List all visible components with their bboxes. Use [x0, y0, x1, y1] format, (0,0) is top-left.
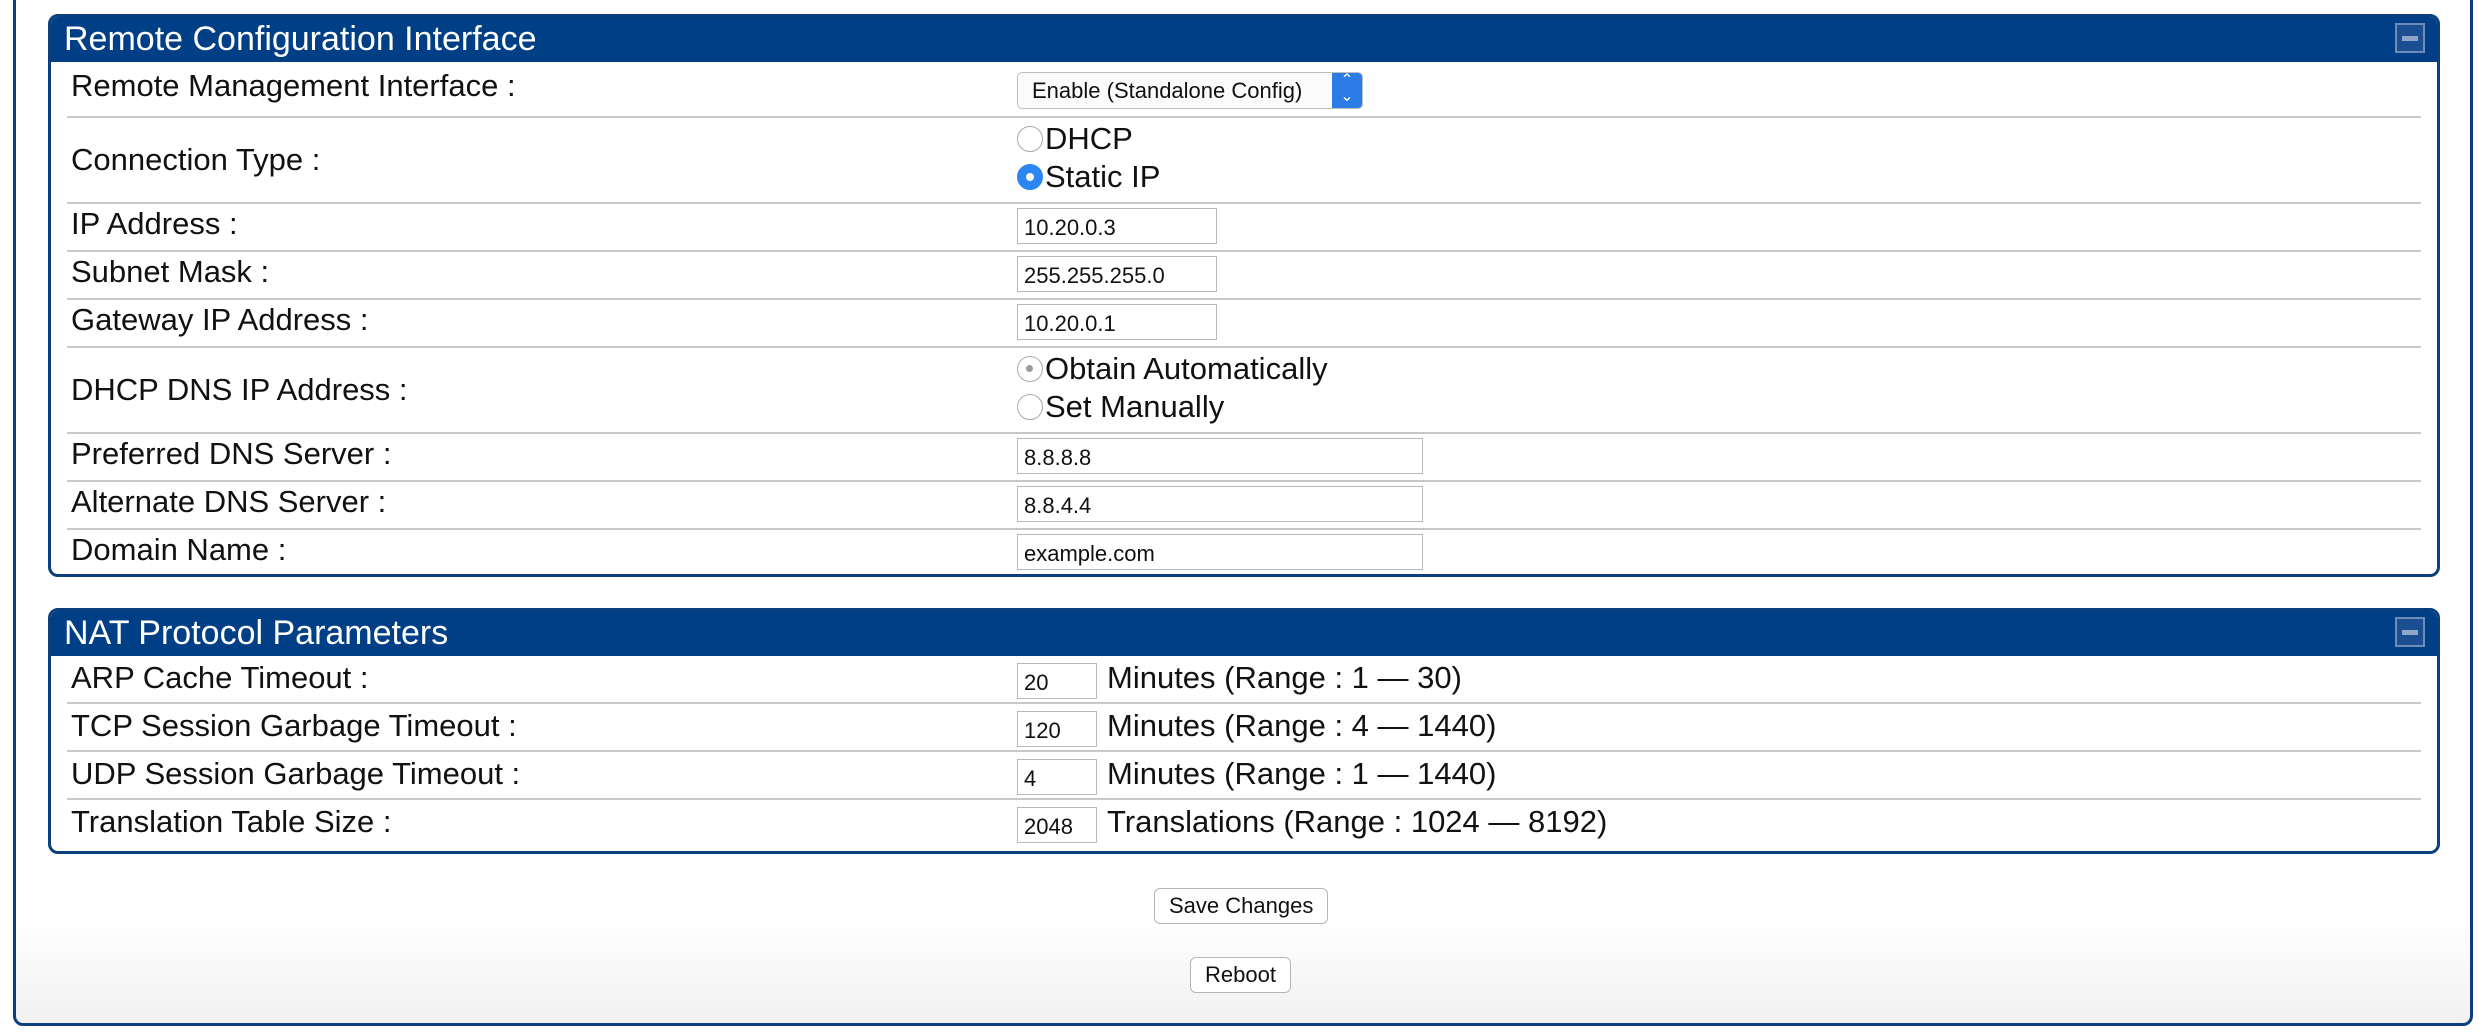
panel-title: NAT Protocol Parameters — [64, 614, 449, 652]
remote-config-panel: Remote Configuration Interface Remote Ma… — [48, 14, 2440, 577]
static-ip-radio[interactable] — [1017, 164, 1043, 190]
nat-protocol-panel: NAT Protocol Parameters ARP Cache Timeou… — [48, 608, 2440, 854]
connection-type-row: Connection Type : DHCP Static IP — [67, 118, 2421, 204]
obtain-automatically-radio[interactable] — [1017, 356, 1043, 382]
gateway-label: Gateway IP Address : — [71, 302, 369, 337]
preferred-dns-row: Preferred DNS Server : — [67, 434, 2421, 482]
domain-name-row: Domain Name : — [67, 530, 2421, 574]
remote-config-header: Remote Configuration Interface — [51, 17, 2437, 62]
alternate-dns-label: Alternate DNS Server : — [71, 484, 387, 519]
tcp-session-row: TCP Session Garbage Timeout : Minutes (R… — [67, 704, 2421, 752]
collapse-icon[interactable] — [2395, 617, 2425, 647]
remote-management-row: Remote Management Interface : Enable (St… — [67, 62, 2421, 118]
translation-table-label: Translation Table Size : — [71, 804, 392, 839]
collapse-icon[interactable] — [2395, 23, 2425, 53]
subnet-mask-input[interactable] — [1017, 256, 1217, 292]
remote-management-label: Remote Management Interface : — [71, 68, 516, 103]
udp-session-row: UDP Session Garbage Timeout : Minutes (R… — [67, 752, 2421, 800]
dhcp-radio[interactable] — [1017, 126, 1043, 152]
dhcp-dns-label: DHCP DNS IP Address : — [71, 372, 408, 407]
set-manually-option[interactable]: Set Manually — [1017, 388, 1224, 426]
translation-table-input[interactable] — [1017, 807, 1097, 843]
dhcp-radio-label: DHCP — [1045, 121, 1133, 156]
arp-cache-input[interactable] — [1017, 663, 1097, 699]
domain-name-label: Domain Name : — [71, 532, 287, 567]
gateway-input[interactable] — [1017, 304, 1217, 340]
ip-address-input[interactable] — [1017, 208, 1217, 244]
ip-address-row: IP Address : — [67, 204, 2421, 252]
tcp-session-label: TCP Session Garbage Timeout : — [71, 708, 517, 743]
udp-session-label: UDP Session Garbage Timeout : — [71, 756, 521, 791]
domain-name-input[interactable] — [1017, 534, 1423, 570]
alternate-dns-row: Alternate DNS Server : — [67, 482, 2421, 530]
obtain-automatically-label: Obtain Automatically — [1045, 351, 1328, 386]
translation-table-row: Translation Table Size : Translations (R… — [67, 800, 2421, 846]
alternate-dns-input[interactable] — [1017, 486, 1423, 522]
ip-address-label: IP Address : — [71, 206, 238, 241]
dhcp-dns-row: DHCP DNS IP Address : Obtain Automatical… — [67, 348, 2421, 434]
reboot-button[interactable]: Reboot — [1190, 957, 1291, 993]
panel-title: Remote Configuration Interface — [64, 20, 537, 58]
subnet-mask-row: Subnet Mask : — [67, 252, 2421, 300]
obtain-automatically-option[interactable]: Obtain Automatically — [1017, 350, 1328, 388]
set-manually-label: Set Manually — [1045, 389, 1225, 424]
udp-session-range: Minutes (Range : 1 — 1440) — [1107, 756, 1497, 791]
tcp-session-input[interactable] — [1017, 711, 1097, 747]
subnet-mask-label: Subnet Mask : — [71, 254, 270, 289]
udp-session-input[interactable] — [1017, 759, 1097, 795]
remote-management-select[interactable]: Enable (Standalone Config) ⌃ ⌄ — [1017, 72, 1363, 109]
static-ip-radio-label: Static IP — [1045, 159, 1161, 194]
tcp-session-range: Minutes (Range : 4 — 1440) — [1107, 708, 1497, 743]
save-changes-button[interactable]: Save Changes — [1154, 888, 1329, 924]
gateway-row: Gateway IP Address : — [67, 300, 2421, 348]
preferred-dns-input[interactable] — [1017, 438, 1423, 474]
static-ip-radio-option[interactable]: Static IP — [1017, 158, 1160, 196]
remote-management-selected: Enable (Standalone Config) — [1032, 78, 1303, 103]
select-arrows-icon: ⌃ ⌄ — [1332, 73, 1362, 108]
nat-protocol-header: NAT Protocol Parameters — [51, 611, 2437, 656]
arp-cache-row: ARP Cache Timeout : Minutes (Range : 1 —… — [67, 656, 2421, 704]
dhcp-radio-option[interactable]: DHCP — [1017, 120, 1133, 158]
arp-cache-range: Minutes (Range : 1 — 30) — [1107, 660, 1462, 695]
preferred-dns-label: Preferred DNS Server : — [71, 436, 392, 471]
connection-type-label: Connection Type : — [71, 142, 321, 177]
translation-table-range: Translations (Range : 1024 — 8192) — [1107, 804, 1608, 839]
arp-cache-label: ARP Cache Timeout : — [71, 660, 369, 695]
set-manually-radio[interactable] — [1017, 394, 1043, 420]
